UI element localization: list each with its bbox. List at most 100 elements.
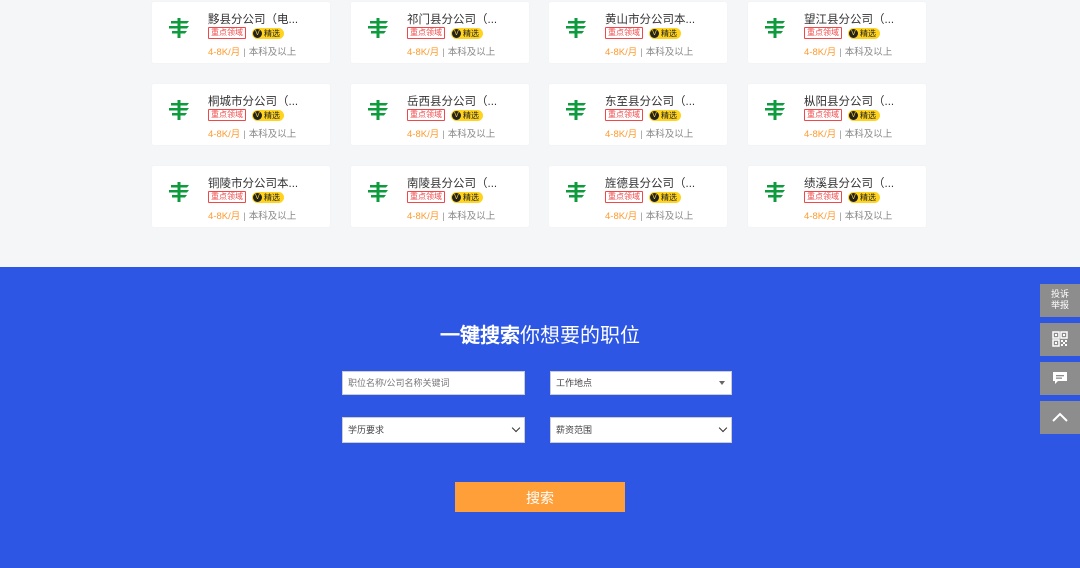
job-card-title[interactable]: 枞阳县分公司（... bbox=[804, 93, 919, 109]
chevron-down-icon bbox=[718, 423, 728, 433]
education-requirement: 本科及以上 bbox=[248, 47, 297, 58]
featured-badge-label: 精选 bbox=[264, 28, 280, 38]
meta-separator: | bbox=[640, 47, 643, 58]
v-badge-icon: V bbox=[452, 192, 461, 202]
featured-badge: V 精选 bbox=[451, 109, 483, 121]
job-card-meta: 4-8K/月 | 本科及以上 bbox=[804, 44, 892, 58]
featured-badge-label: 精选 bbox=[661, 28, 677, 38]
job-card-title[interactable]: 南陵县分公司（... bbox=[407, 175, 522, 191]
job-card-meta: 4-8K/月 | 本科及以上 bbox=[605, 126, 693, 140]
job-card-title[interactable]: 铜陵市分公司本... bbox=[208, 175, 323, 191]
job-card[interactable]: 祁门县分公司（... 重点领域 V 精选 4-8K/月 | 本科及以上 bbox=[351, 2, 529, 63]
job-card-grid: 黟县分公司（电... 重点领域 V 精选 4-8K/月 | 本科及以上 祁门县分公司（... 重… bbox=[0, 0, 1080, 267]
job-card-tags: 重点领域 V 精选 bbox=[605, 191, 681, 203]
job-card[interactable]: 南陵县分公司（... 重点领域 V 精选 4-8K/月 | 本科及以上 bbox=[351, 166, 529, 227]
job-card-title[interactable]: 旌德县分公司（... bbox=[605, 175, 720, 191]
back-to-top-icon bbox=[1052, 412, 1068, 422]
china-post-logo-icon bbox=[165, 94, 195, 124]
salary-range: 4-8K/月 bbox=[804, 211, 837, 222]
featured-badge: V 精选 bbox=[252, 109, 284, 121]
job-card-title[interactable]: 东至县分公司（... bbox=[605, 93, 720, 109]
job-card-meta: 4-8K/月 | 本科及以上 bbox=[407, 208, 495, 222]
china-post-logo-icon bbox=[761, 176, 791, 206]
job-card-title[interactable]: 黟县分公司（电... bbox=[208, 11, 323, 27]
meta-separator: | bbox=[243, 47, 246, 58]
qr-code-icon bbox=[1052, 331, 1068, 347]
v-badge-icon: V bbox=[650, 110, 659, 120]
meta-separator: | bbox=[839, 211, 842, 222]
job-card-tags: 重点领域 V 精选 bbox=[208, 191, 284, 203]
featured-badge-label: 精选 bbox=[463, 192, 479, 202]
salary-select[interactable]: 薪资范围 bbox=[550, 417, 732, 443]
key-field-badge: 重点领域 bbox=[605, 109, 643, 121]
meta-separator: | bbox=[243, 211, 246, 222]
education-requirement: 本科及以上 bbox=[447, 211, 496, 222]
job-card[interactable]: 枞阳县分公司（... 重点领域 V 精选 4-8K/月 | 本科及以上 bbox=[748, 84, 926, 145]
meta-separator: | bbox=[442, 129, 445, 140]
job-card-title[interactable]: 桐城市分公司（... bbox=[208, 93, 323, 109]
v-badge-icon: V bbox=[253, 28, 262, 38]
job-card-meta: 4-8K/月 | 本科及以上 bbox=[804, 208, 892, 222]
education-requirement: 本科及以上 bbox=[248, 129, 297, 140]
job-card-title[interactable]: 望江县分公司（... bbox=[804, 11, 919, 27]
search-title-rest: 你想要的职位 bbox=[520, 325, 640, 347]
featured-badge-label: 精选 bbox=[463, 28, 479, 38]
job-card-title[interactable]: 祁门县分公司（... bbox=[407, 11, 522, 27]
job-card[interactable]: 望江县分公司（... 重点领域 V 精选 4-8K/月 | 本科及以上 bbox=[748, 2, 926, 63]
china-post-logo-icon bbox=[364, 176, 394, 206]
key-field-badge: 重点领域 bbox=[208, 27, 246, 39]
location-select-value: 工作地点 bbox=[556, 378, 593, 388]
location-select[interactable]: 工作地点 bbox=[550, 371, 732, 395]
salary-range: 4-8K/月 bbox=[208, 211, 241, 222]
salary-range: 4-8K/月 bbox=[605, 211, 638, 222]
education-select-value: 学历要求 bbox=[348, 425, 385, 435]
search-button[interactable]: 搜索 bbox=[455, 482, 625, 512]
job-card-title[interactable]: 绩溪县分公司（... bbox=[804, 175, 919, 191]
china-post-logo-icon bbox=[364, 94, 394, 124]
job-card-meta: 4-8K/月 | 本科及以上 bbox=[804, 126, 892, 140]
featured-badge: V 精选 bbox=[252, 27, 284, 39]
education-requirement: 本科及以上 bbox=[248, 211, 297, 222]
key-field-badge: 重点领域 bbox=[407, 191, 445, 203]
v-badge-icon: V bbox=[650, 28, 659, 38]
job-card-title[interactable]: 岳西县分公司（... bbox=[407, 93, 522, 109]
job-card-meta: 4-8K/月 | 本科及以上 bbox=[208, 126, 296, 140]
v-badge-icon: V bbox=[253, 110, 262, 120]
job-card[interactable]: 黟县分公司（电... 重点领域 V 精选 4-8K/月 | 本科及以上 bbox=[152, 2, 330, 63]
featured-badge-label: 精选 bbox=[860, 110, 876, 120]
keyword-input[interactable] bbox=[348, 373, 518, 393]
meta-separator: | bbox=[442, 211, 445, 222]
education-requirement: 本科及以上 bbox=[447, 47, 496, 58]
v-badge-icon: V bbox=[452, 110, 461, 120]
job-card[interactable]: 东至县分公司（... 重点领域 V 精选 4-8K/月 | 本科及以上 bbox=[549, 84, 727, 145]
salary-range: 4-8K/月 bbox=[605, 129, 638, 140]
job-card[interactable]: 黄山市分公司本... 重点领域 V 精选 4-8K/月 | 本科及以上 bbox=[549, 2, 727, 63]
job-card-meta: 4-8K/月 | 本科及以上 bbox=[208, 208, 296, 222]
report-button[interactable]: 投诉 举报 bbox=[1040, 284, 1080, 317]
featured-badge-label: 精选 bbox=[264, 192, 280, 202]
job-card[interactable]: 桐城市分公司（... 重点领域 V 精选 4-8K/月 | 本科及以上 bbox=[152, 84, 330, 145]
job-card-title[interactable]: 黄山市分公司本... bbox=[605, 11, 720, 27]
job-card[interactable]: 绩溪县分公司（... 重点领域 V 精选 4-8K/月 | 本科及以上 bbox=[748, 166, 926, 227]
back-to-top-button[interactable] bbox=[1040, 401, 1080, 434]
job-card[interactable]: 旌德县分公司（... 重点领域 V 精选 4-8K/月 | 本科及以上 bbox=[549, 166, 727, 227]
job-card[interactable]: 铜陵市分公司本... 重点领域 V 精选 4-8K/月 | 本科及以上 bbox=[152, 166, 330, 227]
search-title-bold: 一键搜索 bbox=[440, 325, 520, 347]
job-card[interactable]: 岳西县分公司（... 重点领域 V 精选 4-8K/月 | 本科及以上 bbox=[351, 84, 529, 145]
key-field-badge: 重点领域 bbox=[804, 27, 842, 39]
china-post-logo-icon bbox=[364, 12, 394, 42]
featured-badge-label: 精选 bbox=[860, 192, 876, 202]
featured-badge-label: 精选 bbox=[463, 110, 479, 120]
salary-range: 4-8K/月 bbox=[407, 47, 440, 58]
education-requirement: 本科及以上 bbox=[844, 129, 893, 140]
keyword-field[interactable] bbox=[342, 371, 525, 395]
qr-code-button[interactable] bbox=[1040, 323, 1080, 356]
education-requirement: 本科及以上 bbox=[645, 211, 694, 222]
message-icon bbox=[1053, 372, 1067, 384]
meta-separator: | bbox=[640, 211, 643, 222]
education-select[interactable]: 学历要求 bbox=[342, 417, 525, 443]
featured-badge-label: 精选 bbox=[661, 192, 677, 202]
message-button[interactable] bbox=[1040, 362, 1080, 395]
v-badge-icon: V bbox=[253, 192, 262, 202]
education-requirement: 本科及以上 bbox=[645, 47, 694, 58]
